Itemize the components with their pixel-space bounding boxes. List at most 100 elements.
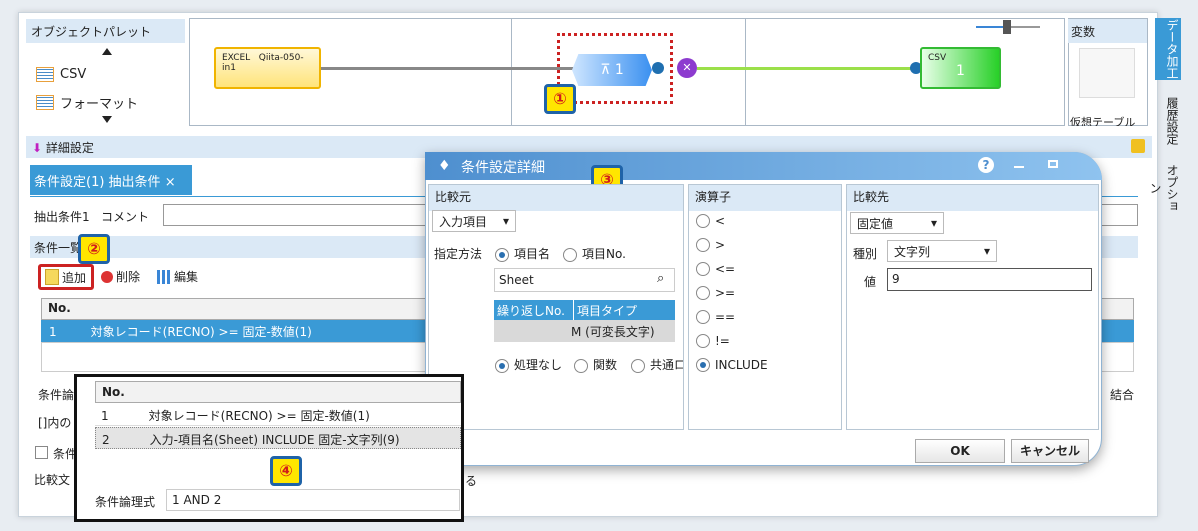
operator-ne[interactable]: != <box>696 332 730 350</box>
search-icon[interactable]: ⌕ <box>657 271 664 286</box>
delete-label: 削除 <box>116 270 141 284</box>
node-type: EXCEL <box>222 53 251 63</box>
operator-ge[interactable]: >= <box>696 284 735 302</box>
radio-button <box>696 262 710 276</box>
palette-item-csv[interactable]: CSV <box>36 65 86 83</box>
operator-label: == <box>715 310 736 324</box>
output-port[interactable] <box>652 62 664 74</box>
condition-checkbox[interactable] <box>35 446 48 459</box>
radio-proc-common[interactable]: 共通ロ <box>631 356 683 373</box>
search-input[interactable]: Sheet <box>494 268 675 292</box>
tab-data-processing[interactable]: データ加工 <box>1155 18 1181 80</box>
value-input[interactable]: 9 <box>887 268 1092 291</box>
logic-label: 条件論 <box>38 388 75 402</box>
scroll-down-icon[interactable] <box>102 116 112 123</box>
chevron-down-icon: ▾ <box>930 216 937 230</box>
edit-label: 編集 <box>174 270 199 284</box>
table-row[interactable]: 1 対象レコード(RECNO) >= 固定-数値(1) <box>95 404 461 426</box>
arrow-down-icon: ⬇ <box>32 141 43 155</box>
tab-option[interactable]: オプション <box>1148 160 1181 216</box>
type-label: 種別 <box>853 247 878 261</box>
radio-button <box>696 214 710 228</box>
connector-line <box>697 67 919 70</box>
delete-button[interactable]: 削除 <box>101 268 140 285</box>
compare-label: 比較文 <box>34 473 71 487</box>
operator-label: INCLUDE <box>715 358 768 372</box>
node-type: CSV <box>928 53 947 63</box>
operator-label: >= <box>715 286 736 300</box>
tab-history[interactable]: 履歴設定 <box>1155 90 1181 152</box>
operator-lt[interactable]: < <box>696 212 725 230</box>
condition-label: 抽出条件1 <box>34 210 90 224</box>
edit-button[interactable]: 編集 <box>157 268 198 285</box>
excel-input-node[interactable]: EXCEL Qiita-050-in1 <box>214 47 321 89</box>
filter-icon: ⊼ <box>600 62 615 78</box>
maximize-icon[interactable] <box>1048 160 1058 168</box>
type-value: 文字列 <box>894 244 931 259</box>
operator-include[interactable]: INCLUDE <box>696 356 768 374</box>
radio-label: 共通ロ <box>650 358 683 372</box>
value-label: 値 <box>864 275 877 289</box>
item-table-header: 繰り返しNo. 項目タイプ <box>494 300 675 320</box>
radio-button <box>495 247 509 262</box>
help-icon[interactable]: ? <box>978 157 994 173</box>
operator-eq[interactable]: == <box>696 308 735 326</box>
table-row[interactable]: 2 入力-項目名(Sheet) INCLUDE 固定-文字列(9) <box>95 427 461 449</box>
radio-item-no[interactable]: 項目No. <box>563 245 626 262</box>
row-no: 1 <box>49 325 57 339</box>
node-label: 1 <box>956 63 965 79</box>
lock-icon[interactable] <box>1131 139 1145 153</box>
connector-line <box>320 67 574 70</box>
dialog-titlebar: 条件設定詳細 <box>425 152 1102 180</box>
radio-proc-func[interactable]: 関数 <box>574 356 617 373</box>
virtual-table-label[interactable]: 仮想テーブル <box>1070 114 1146 126</box>
type-select[interactable]: 文字列 ▾ <box>887 240 997 262</box>
radio-button <box>696 334 710 348</box>
palette-item-format[interactable]: フォーマット <box>36 93 138 112</box>
operator-label: > <box>715 238 726 252</box>
radio-label: 関数 <box>593 358 618 372</box>
detail-title: 詳細設定 <box>45 141 94 155</box>
target-kind-select[interactable]: 固定値 ▾ <box>850 212 944 234</box>
search-value: Sheet <box>499 273 534 287</box>
merge-icon[interactable]: ✕ <box>677 58 697 78</box>
minimize-icon[interactable] <box>1014 166 1024 168</box>
edit-icon <box>157 269 171 284</box>
radio-item-name[interactable]: 項目名 <box>495 245 550 262</box>
radio-button <box>631 358 645 373</box>
add-button[interactable]: 追加 <box>38 264 94 290</box>
node-label: 1 <box>614 62 624 78</box>
value-text: 9 <box>892 272 900 286</box>
target-kind-value: 固定値 <box>857 216 894 231</box>
join-label: 結合 <box>1110 388 1135 402</box>
filter-node[interactable]: ⊼ 1 <box>572 54 652 86</box>
source-type-select[interactable]: 入力項目 ▾ <box>432 210 516 232</box>
canvas-divider <box>511 18 512 126</box>
table-row[interactable]: M (可変長文字) <box>494 320 675 342</box>
csv-output-node[interactable]: CSV 1 <box>920 47 1001 89</box>
row-text: 入力-項目名(Sheet) INCLUDE 固定-文字列(9) <box>149 433 400 447</box>
radio-proc-none[interactable]: 処理なし <box>495 356 562 373</box>
condition-list-title: 条件一覧 <box>34 241 83 255</box>
radio-label: 項目No. <box>582 247 626 261</box>
close-icon[interactable]: × <box>165 175 176 190</box>
col-no: No. <box>102 385 125 399</box>
add-icon <box>45 269 59 285</box>
radio-label: 処理なし <box>514 358 563 372</box>
operator-le[interactable]: <= <box>696 260 735 278</box>
radio-button <box>696 238 710 252</box>
scroll-up-icon[interactable] <box>102 48 112 55</box>
annotation-badge-2: ② <box>78 234 110 264</box>
radio-button <box>574 358 588 373</box>
row-no: 2 <box>102 433 110 447</box>
operator-label: < <box>715 214 726 228</box>
operator-gt[interactable]: > <box>696 236 725 254</box>
format-icon <box>36 94 54 110</box>
logic-expression-input[interactable]: 1 AND 2 <box>166 489 460 511</box>
annotation-badge-1: ① <box>544 84 576 114</box>
variables-title: 変数 <box>1068 19 1147 43</box>
cancel-button[interactable]: キャンセル <box>1011 439 1089 463</box>
tab-condition[interactable]: 条件設定(1) 抽出条件 × <box>30 165 192 195</box>
zoom-slider-thumb[interactable] <box>1003 20 1011 34</box>
ok-button[interactable]: OK <box>915 439 1005 463</box>
